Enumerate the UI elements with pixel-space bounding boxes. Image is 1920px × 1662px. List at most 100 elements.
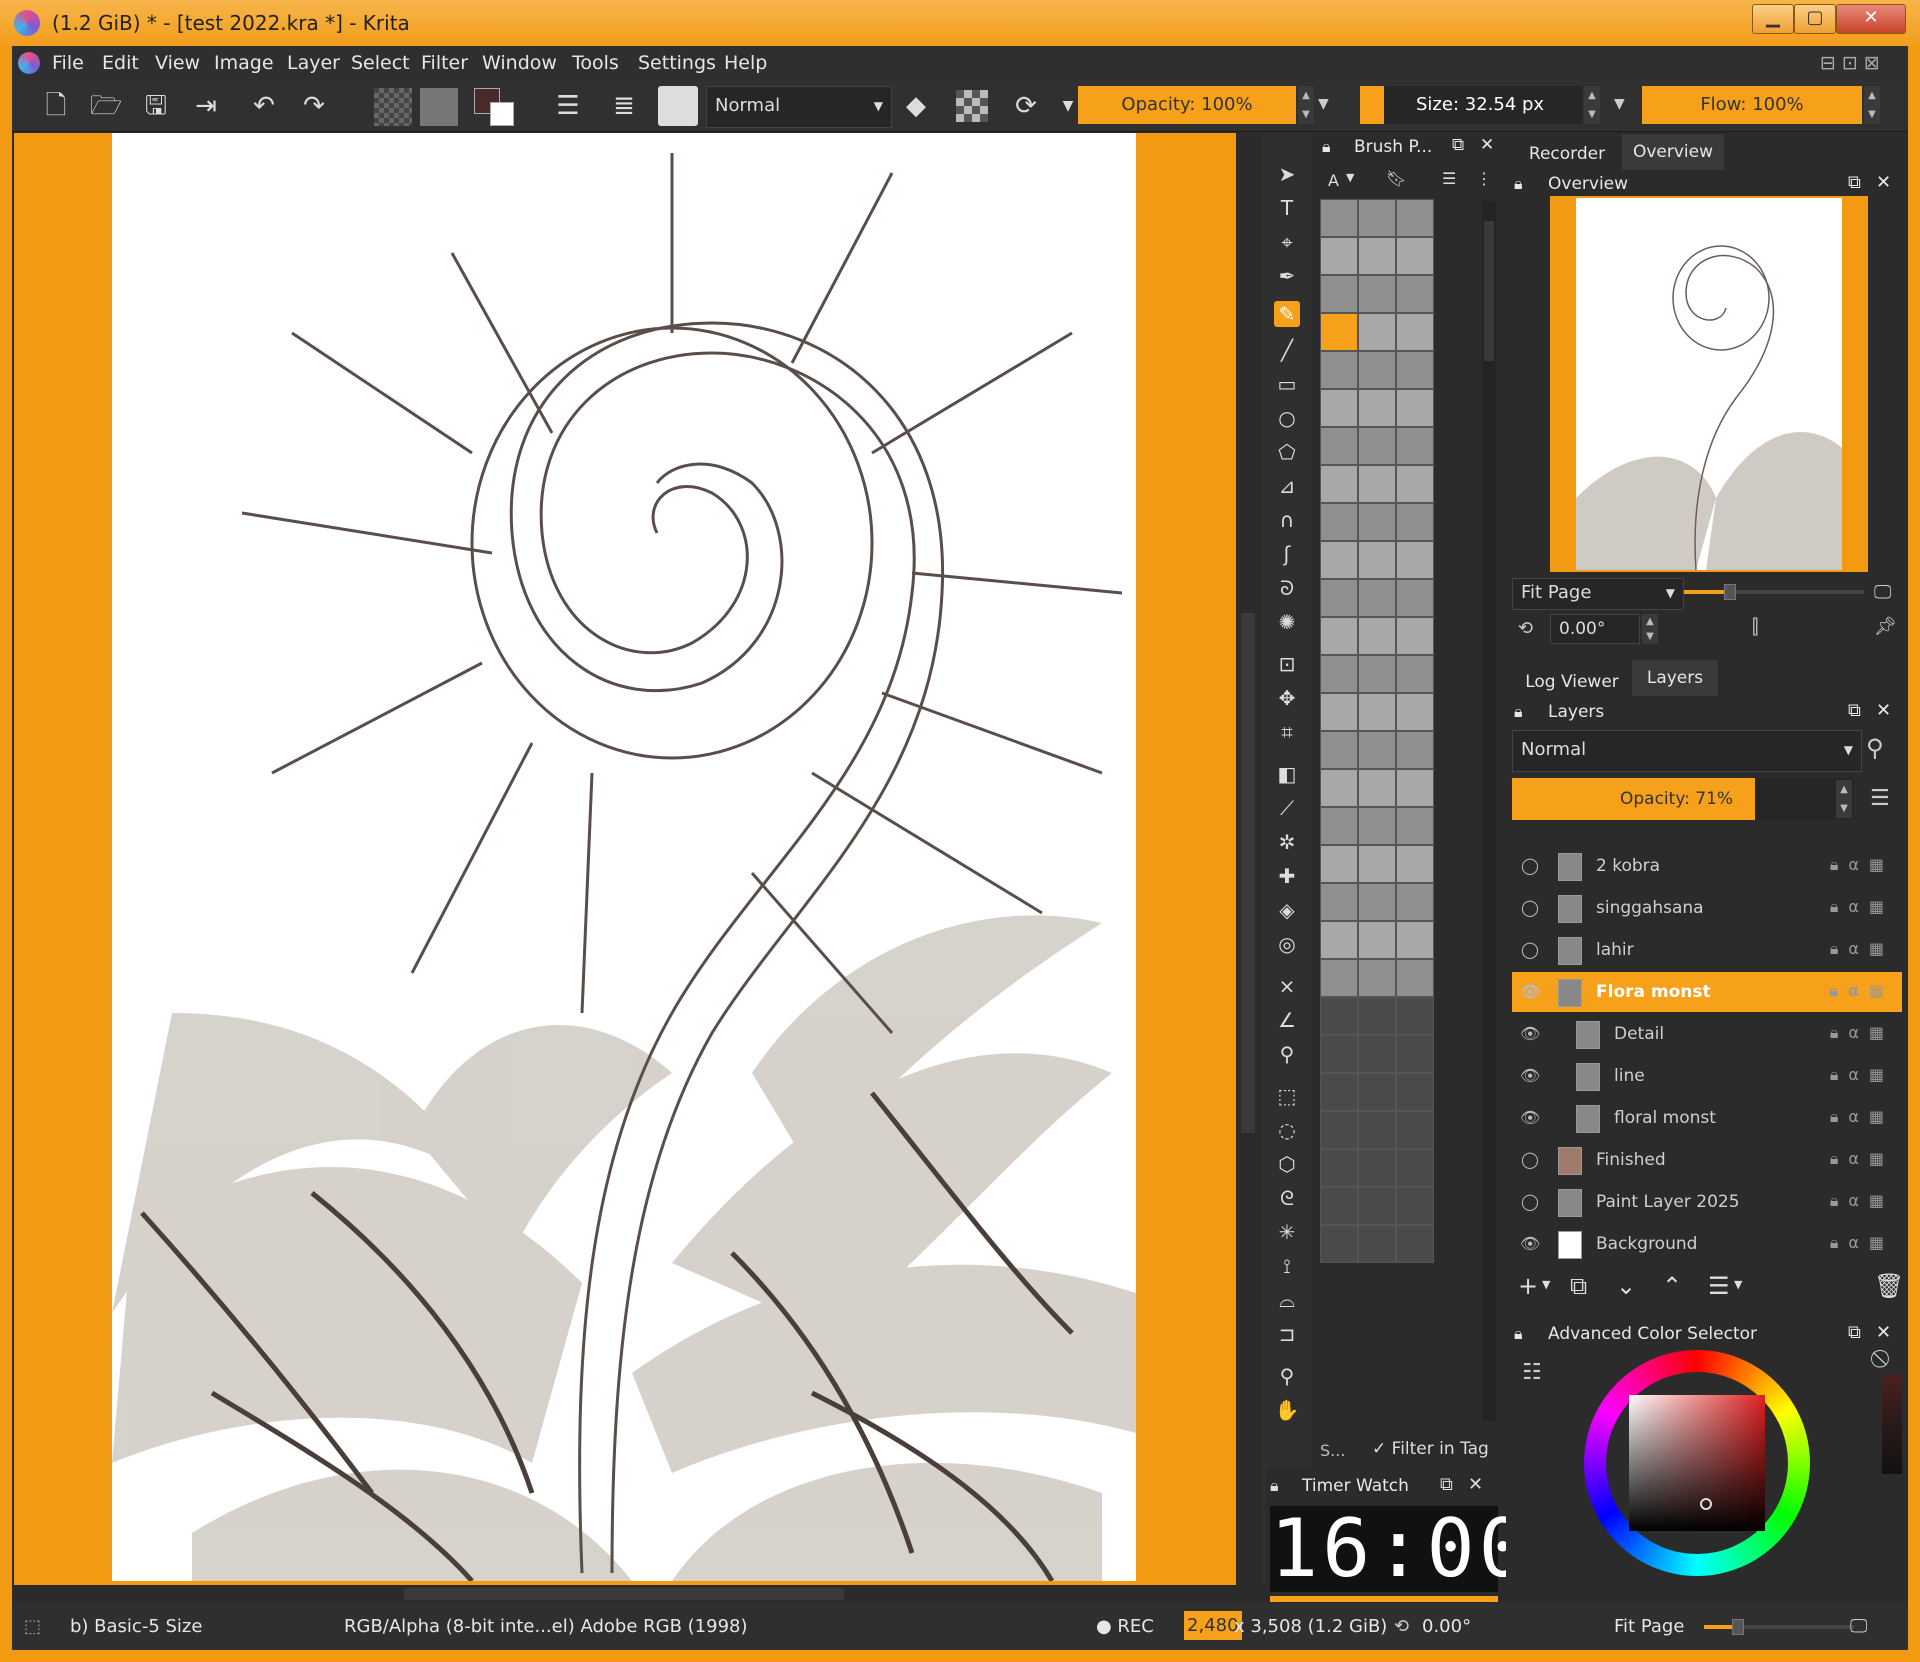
magnetic-selection-tool-icon[interactable]: ⊐ <box>1274 1321 1300 1347</box>
float-docker-icon[interactable]: ⧉ <box>1848 172 1861 193</box>
brush-preset-thumbnail[interactable] <box>1320 1187 1358 1225</box>
close-docker-icon[interactable]: ✕ <box>1876 1322 1891 1343</box>
color-picker-tool-icon[interactable]: ⟋ <box>1274 795 1300 821</box>
menu-layer[interactable]: Layer <box>287 52 340 74</box>
delete-layer-icon[interactable]: 🗑︎ <box>1874 1272 1904 1300</box>
brush-preset-thumbnail[interactable] <box>1320 275 1358 313</box>
menu-edit[interactable]: Edit <box>102 52 139 74</box>
open-document-icon[interactable]: 🗁 <box>90 90 122 122</box>
float-docker-icon[interactable]: ⧉ <box>1452 135 1464 155</box>
brush-preset-thumbnail[interactable] <box>1358 731 1396 769</box>
move-layer-up-icon[interactable]: ⌃ <box>1662 1272 1682 1300</box>
tab-recorder[interactable]: Recorder <box>1512 136 1622 172</box>
maximize-button[interactable]: ▢ <box>1794 4 1836 34</box>
brush-preset-thumbnail[interactable] <box>1358 1111 1396 1149</box>
layer-lock-alpha-icons[interactable]: 🔒︎α▦ <box>1830 897 1894 917</box>
new-document-icon[interactable]: 🗋 <box>40 90 72 122</box>
layer-opacity-spin[interactable]: ▲ ▼ <box>1836 780 1852 818</box>
layer-lock-alpha-icons[interactable]: 🔒︎α▦ <box>1830 855 1894 875</box>
preset-scrollbar[interactable] <box>1482 201 1496 1421</box>
lock-icon[interactable]: 🔒︎ <box>1270 1476 1279 1496</box>
brush-preset-thumbnail[interactable] <box>1358 1035 1396 1073</box>
brush-preset-thumbnail[interactable] <box>1396 541 1434 579</box>
brush-preset-thumbnail[interactable] <box>1396 997 1434 1035</box>
fit-screen-icon[interactable]: 🖵︎ <box>1850 1616 1867 1637</box>
brush-preset-thumbnail[interactable] <box>1358 693 1396 731</box>
status-brush[interactable]: b) Basic-5 Size <box>70 1616 202 1637</box>
brush-preset-thumbnail[interactable] <box>1358 769 1396 807</box>
brush-preset-thumbnail[interactable] <box>1320 997 1358 1035</box>
status-zoom-slider[interactable] <box>1704 1619 1854 1635</box>
line-tool-icon[interactable]: ╱ <box>1274 337 1300 363</box>
colorize-mask-tool-icon[interactable]: ✲ <box>1274 829 1300 855</box>
contiguous-selection-tool-icon[interactable]: ✳ <box>1274 1219 1300 1245</box>
rotate-icon[interactable]: ⟲ <box>1518 618 1533 639</box>
background-color-swatch[interactable] <box>490 102 514 126</box>
color-selector-settings-icon[interactable]: ☷ <box>1522 1360 1542 1385</box>
brush-preset-thumbnail[interactable] <box>1396 465 1434 503</box>
color-wheel[interactable] <box>1584 1350 1810 1576</box>
brush-preset-thumbnail[interactable] <box>1320 617 1358 655</box>
brush-preset-thumbnail[interactable] <box>1358 807 1396 845</box>
brush-preset-thumbnail[interactable] <box>1320 313 1358 351</box>
pattern-swatch[interactable] <box>420 88 458 126</box>
layer-lock-alpha-icons[interactable]: 🔒︎α▦ <box>1830 1065 1894 1085</box>
krita-menu-icon[interactable] <box>18 52 40 74</box>
brush-preset-thumbnail[interactable] <box>1358 541 1396 579</box>
measure-tool-icon[interactable]: ∠ <box>1274 1007 1300 1033</box>
tag-select[interactable]: A <box>1328 171 1339 190</box>
flow-spin[interactable]: ▲ ▼ <box>1864 86 1880 124</box>
brush-preset-thumbnail[interactable] <box>1396 655 1434 693</box>
reload-preset-icon[interactable]: ⟳ <box>1010 90 1042 122</box>
brush-preset-thumbnail[interactable] <box>1320 389 1358 427</box>
brush-preset-thumbnail[interactable] <box>1358 959 1396 997</box>
tab-layers[interactable]: Layers <box>1632 660 1718 696</box>
brush-preset-thumbnail[interactable] <box>1396 503 1434 541</box>
rectangular-selection-tool-icon[interactable]: ⬚ <box>1274 1083 1300 1109</box>
brush-preset-thumbnail[interactable] <box>1320 199 1358 237</box>
brush-preset-thumbnail[interactable] <box>1396 883 1434 921</box>
layer-lock-alpha-icons[interactable]: 🔒︎α▦ <box>1830 1149 1894 1169</box>
close-docker-icon[interactable]: ✕ <box>1480 135 1494 155</box>
brush-preset-thumbnail[interactable] <box>1320 883 1358 921</box>
opacity-slider[interactable]: Opacity: 100% <box>1078 86 1296 124</box>
minimize-button[interactable]: ▁ <box>1752 4 1794 34</box>
brush-preset-thumbnail[interactable] <box>1358 237 1396 275</box>
brush-preset-thumbnail[interactable] <box>1396 389 1434 427</box>
brush-preset-thumbnail[interactable] <box>1396 579 1434 617</box>
similar-color-selection-tool-icon[interactable]: ⟟ <box>1274 1253 1300 1279</box>
brush-preset-thumbnail[interactable] <box>1320 807 1358 845</box>
brush-preset-thumbnail[interactable] <box>1358 883 1396 921</box>
eye-icon[interactable]: 👁︎ <box>1520 1024 1540 1044</box>
fill-tool-icon[interactable]: ◈ <box>1274 897 1300 923</box>
eye-icon[interactable]: 👁︎ <box>1520 982 1540 1002</box>
brush-preset-thumbnail[interactable] <box>1396 807 1434 845</box>
brush-preset-thumbnail[interactable] <box>1320 959 1358 997</box>
saturation-value-square[interactable] <box>1629 1395 1765 1531</box>
float-docker-icon[interactable]: ⧉ <box>1848 1322 1861 1343</box>
elliptical-selection-tool-icon[interactable]: ◌ <box>1274 1117 1300 1143</box>
move-tool-icon[interactable]: ✥ <box>1274 685 1300 711</box>
brush-search-input[interactable]: S... <box>1320 1441 1345 1460</box>
layer-row[interactable]: ◯ Finished 🔒︎α▦ <box>1512 1140 1902 1180</box>
brush-preset-thumbnail[interactable] <box>1320 465 1358 503</box>
brush-preset-thumbnail[interactable] <box>1396 1225 1434 1263</box>
brush-preset-thumbnail[interactable] <box>1320 845 1358 883</box>
brush-preset-thumbnail[interactable] <box>1320 693 1358 731</box>
layer-lock-alpha-icons[interactable]: 🔒︎α▦ <box>1829 981 1894 1001</box>
canvas-vertical-scrollbar[interactable] <box>1236 133 1260 1585</box>
overview-thumbnail-frame[interactable] <box>1550 196 1868 572</box>
layer-lock-alpha-icons[interactable]: 🔒︎α▦ <box>1830 939 1894 959</box>
layer-row[interactable]: 👁︎ Detail 🔒︎α▦ <box>1512 1014 1902 1054</box>
color-picker-handle[interactable] <box>1700 1498 1712 1510</box>
eraser-icon[interactable]: ◆ <box>900 90 932 122</box>
brush-preset-thumbnail[interactable] <box>1358 1073 1396 1111</box>
redo-icon[interactable]: ↷ <box>298 90 330 122</box>
calligraphy-tool-icon[interactable]: ✒ <box>1274 263 1300 289</box>
brush-preset-icon[interactable]: ⬚ <box>24 1616 41 1637</box>
brush-preset-thumbnail[interactable] <box>1358 199 1396 237</box>
undo-icon[interactable]: ↶ <box>248 90 280 122</box>
layer-properties-icon[interactable]: ☰ <box>1708 1272 1730 1300</box>
brush-preset-thumbnail[interactable] <box>1320 1111 1358 1149</box>
eye-icon[interactable]: 👁︎ <box>1520 1066 1540 1086</box>
